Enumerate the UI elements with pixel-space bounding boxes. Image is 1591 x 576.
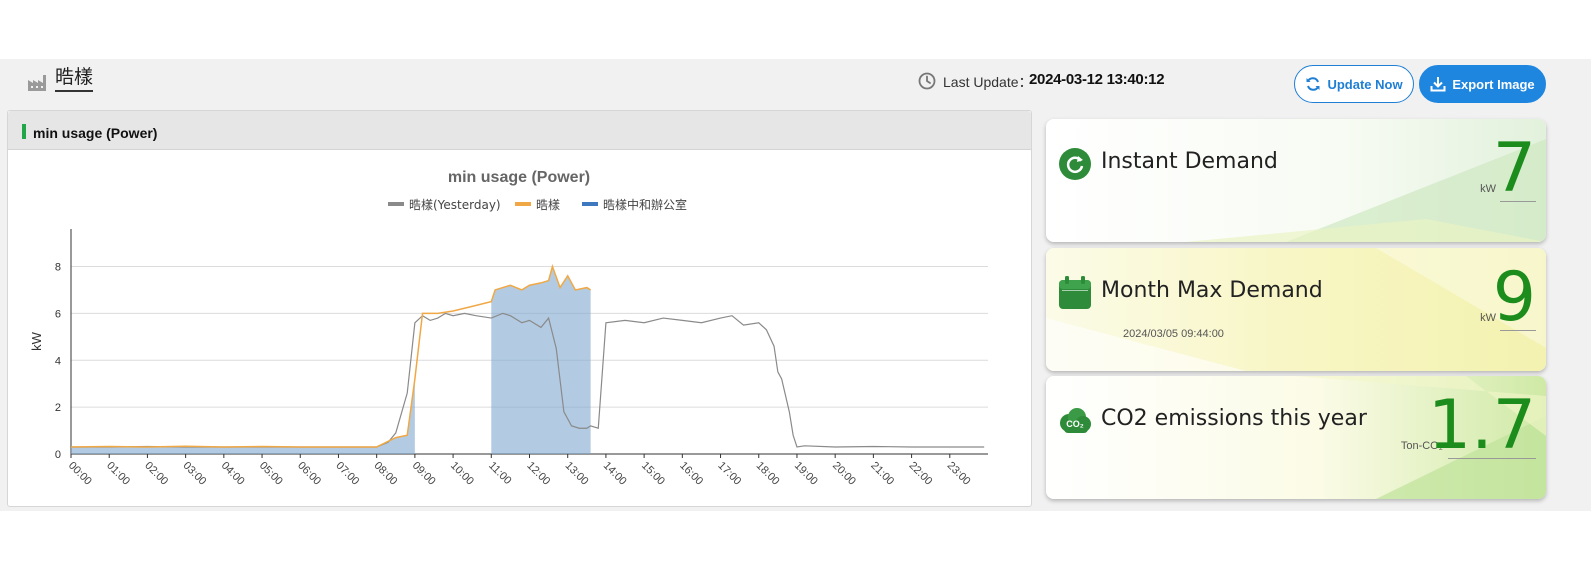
usage-area bbox=[71, 379, 415, 454]
x-tick-label: 23:00 bbox=[945, 460, 973, 488]
calendar-icon bbox=[1059, 276, 1091, 309]
x-tick-label: 04:00 bbox=[219, 460, 247, 488]
update-now-label: Update Now bbox=[1327, 76, 1403, 92]
last-update-value: 2024-03-12 13:40:12 bbox=[1029, 71, 1165, 88]
x-tick-label: 13:00 bbox=[563, 460, 591, 488]
x-tick-label: 03:00 bbox=[181, 460, 209, 488]
y-tick-label: 6 bbox=[55, 308, 61, 320]
co2-emissions-card: CO₂ CO2 emissions this year Ton-CO₂ 1.7 bbox=[1046, 376, 1546, 499]
download-icon bbox=[1430, 77, 1446, 92]
x-tick-label: 16:00 bbox=[677, 460, 705, 488]
month-max-demand-label: Month Max Demand bbox=[1101, 278, 1323, 303]
last-update-label: Last Update： bbox=[943, 74, 1033, 90]
x-tick-label: 05:00 bbox=[257, 460, 285, 488]
co2-emissions-value: 1.7 bbox=[1427, 386, 1536, 465]
legend-swatch bbox=[515, 202, 531, 206]
y-tick-label: 4 bbox=[55, 355, 61, 367]
co2-emissions-label: CO2 emissions this year bbox=[1101, 406, 1367, 431]
y-tick-label: 2 bbox=[55, 402, 61, 414]
x-tick-label: 21:00 bbox=[868, 460, 896, 488]
chart-panel: min usage (Power) min usage (Power) 晧樣(Ye… bbox=[7, 110, 1032, 507]
card-background bbox=[1046, 119, 1546, 242]
refresh-icon bbox=[1306, 77, 1320, 91]
usage-chart[interactable]: min usage (Power) 晧樣(Yesterday) 晧樣 晧樣中和辦公室 0… bbox=[8, 149, 1031, 506]
instant-demand-card: Instant Demand kW 7 bbox=[1046, 119, 1546, 242]
month-max-demand-underline bbox=[1500, 330, 1536, 331]
y-tick-label: 8 bbox=[55, 262, 61, 274]
x-tick-label: 09:00 bbox=[410, 460, 438, 488]
legend-label: 晧樣(Yesterday) bbox=[409, 197, 501, 212]
x-tick-label: 10:00 bbox=[448, 460, 476, 488]
chart-title: min usage (Power) bbox=[448, 169, 590, 186]
site-title[interactable]: 晧樣 bbox=[55, 67, 94, 92]
chart-panel-header: min usage (Power) bbox=[8, 111, 1031, 150]
panel-accent-bar bbox=[22, 124, 26, 139]
instant-demand-value: 7 bbox=[1492, 129, 1536, 208]
x-tick-label: 12:00 bbox=[524, 460, 552, 488]
factory-icon bbox=[28, 75, 46, 91]
x-tick-label: 11:00 bbox=[486, 460, 513, 487]
co2-cloud-icon: CO₂ bbox=[1060, 408, 1091, 433]
x-tick-label: 22:00 bbox=[906, 460, 934, 488]
refresh-icon bbox=[1059, 148, 1091, 180]
usage-area bbox=[491, 266, 591, 454]
x-tick-label: 20:00 bbox=[830, 460, 858, 488]
x-tick-label: 15:00 bbox=[639, 460, 667, 488]
y-axis-label: kW bbox=[29, 331, 44, 351]
y-tick-label: 0 bbox=[55, 449, 61, 461]
instant-demand-underline bbox=[1500, 201, 1536, 202]
export-image-label: Export Image bbox=[1452, 76, 1535, 92]
month-max-demand-card: Month Max Demand 2024/03/05 09:44:00 kW … bbox=[1046, 248, 1546, 371]
update-now-button[interactable]: Update Now bbox=[1294, 65, 1414, 103]
month-max-demand-value: 9 bbox=[1492, 258, 1536, 337]
instant-demand-label: Instant Demand bbox=[1101, 149, 1278, 174]
legend-swatch bbox=[388, 202, 404, 206]
month-max-demand-timestamp: 2024/03/05 09:44:00 bbox=[1123, 328, 1224, 340]
x-tick-label: 06:00 bbox=[295, 460, 323, 488]
x-tick-label: 00:00 bbox=[66, 460, 94, 488]
co2-emissions-underline bbox=[1448, 458, 1536, 459]
chart-panel-title: min usage (Power) bbox=[33, 125, 158, 141]
svg-text:CO₂: CO₂ bbox=[1066, 419, 1084, 429]
legend-swatch bbox=[582, 202, 598, 206]
x-tick-label: 08:00 bbox=[372, 460, 400, 488]
x-tick-label: 01:00 bbox=[104, 460, 132, 488]
x-tick-label: 18:00 bbox=[754, 460, 782, 488]
x-tick-label: 14:00 bbox=[601, 460, 629, 488]
x-tick-label: 02:00 bbox=[142, 460, 170, 488]
legend-label: 晧樣中和辦公室 bbox=[603, 197, 687, 212]
clock-icon bbox=[918, 72, 936, 90]
legend-label: 晧樣 bbox=[536, 197, 560, 212]
x-tick-label: 07:00 bbox=[333, 460, 361, 488]
card-background bbox=[1046, 248, 1546, 371]
x-tick-label: 19:00 bbox=[792, 460, 820, 488]
export-image-button[interactable]: Export Image bbox=[1419, 65, 1546, 103]
x-tick-label: 17:00 bbox=[715, 460, 743, 488]
